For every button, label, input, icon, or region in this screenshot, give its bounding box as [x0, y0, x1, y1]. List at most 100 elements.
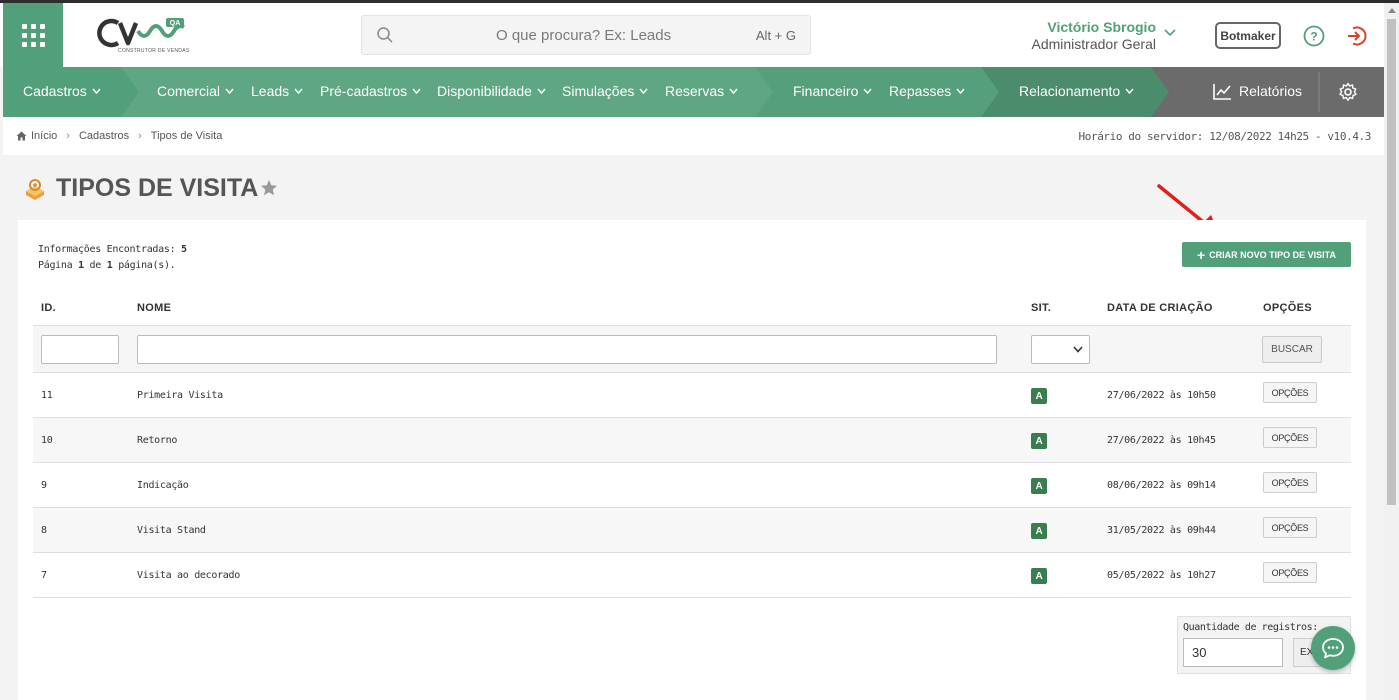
col-opcoes: OPÇÕES — [1263, 302, 1312, 314]
filter-row: BUSCAR — [33, 326, 1351, 373]
botmaker-button[interactable]: Botmaker — [1215, 22, 1281, 49]
search-placeholder: O que procura? Ex: Leads — [496, 27, 672, 44]
chevron-down-icon — [639, 88, 648, 94]
table-row[interactable]: 10 Retorno A 27/06/2022 às 10h45 OPÇÕES — [33, 418, 1351, 463]
row-options-button[interactable]: OPÇÕES — [1263, 517, 1317, 538]
row-options-button[interactable]: OPÇÕES — [1263, 472, 1317, 493]
table-row[interactable]: 8 Visita Stand A 31/05/2022 às 09h44 OPÇ… — [33, 508, 1351, 553]
page-current: 1 — [78, 260, 84, 271]
cell-id: 11 — [41, 390, 53, 401]
cell-id: 7 — [41, 570, 47, 581]
page-total: 1 — [106, 260, 113, 271]
qa-badge: QA — [170, 20, 181, 27]
global-search[interactable]: O que procura? Ex: Leads Alt + G — [361, 15, 811, 55]
app-header: QA CONSTRUTOR DE VENDAS O que procura? E… — [0, 3, 1384, 67]
nav-simulacoes[interactable]: Simulações — [562, 83, 648, 99]
breadcrumb-bar: Início › Cadastros › Tipos de Visita Hor… — [3, 117, 1384, 155]
filter-sit-select[interactable] — [1031, 335, 1090, 364]
cell-nome: Indicação — [137, 480, 189, 491]
user-menu[interactable]: Victório Sbrogio Administrador Geral — [1032, 19, 1157, 52]
chevron-down-icon — [92, 88, 101, 94]
table-row[interactable]: 9 Indicação A 08/06/2022 às 09h14 OPÇÕES — [33, 463, 1351, 508]
gear-icon[interactable] — [1338, 82, 1358, 102]
search-shortcut: Alt + G — [755, 28, 796, 43]
chevron-down-icon — [225, 88, 234, 94]
nav-relatorios[interactable]: Relatórios — [1239, 83, 1302, 99]
chevron-down-icon — [1125, 88, 1134, 94]
page-of: de — [89, 260, 102, 271]
search-button[interactable]: BUSCAR — [1262, 336, 1322, 363]
content-panel: Informações Encontradas: 5 Página 1 de 1… — [18, 220, 1366, 700]
nav-leads[interactable]: Leads — [251, 83, 303, 99]
status-badge: A — [1031, 388, 1047, 404]
status-badge: A — [1031, 568, 1047, 584]
nav-disponibilidade[interactable]: Disponibilidade — [437, 83, 546, 99]
row-options-button[interactable]: OPÇÕES — [1263, 382, 1317, 403]
nav-comercial[interactable]: Comercial — [157, 83, 234, 99]
col-sit[interactable]: SIT. — [1031, 302, 1051, 314]
cell-data: 08/06/2022 às 09h14 — [1107, 480, 1216, 491]
page-icon — [26, 179, 44, 200]
help-icon[interactable]: ? — [1303, 25, 1325, 47]
chart-line-icon — [1213, 84, 1231, 100]
chevron-down-icon — [294, 88, 303, 94]
breadcrumb-inicio[interactable]: Início — [31, 130, 57, 142]
grid-icon — [21, 23, 45, 47]
page-title: TIPOS DE VISITA — [56, 174, 259, 202]
user-name: Victório Sbrogio — [1047, 19, 1156, 35]
chevron-down-icon — [729, 88, 738, 94]
status-badge: A — [1031, 523, 1047, 539]
page-suffix: página(s). — [118, 260, 176, 271]
col-nome[interactable]: NOME — [137, 302, 171, 314]
chevron-down-icon — [412, 88, 421, 94]
cell-id: 10 — [41, 435, 53, 446]
nav-relacionamento[interactable]: Relacionamento — [1019, 83, 1134, 99]
nav-pre-cadastros[interactable]: Pré-cadastros — [320, 83, 421, 99]
plus-icon: + — [1196, 246, 1206, 263]
found-label: Informações Encontradas: — [38, 244, 176, 255]
filter-nome-input[interactable] — [137, 335, 997, 364]
chevron-down-icon[interactable] — [1164, 29, 1176, 37]
chat-bubble-icon — [1322, 638, 1344, 659]
nav-financeiro[interactable]: Financeiro — [793, 83, 872, 99]
col-id[interactable]: ID. — [41, 302, 56, 314]
status-badge: A — [1031, 433, 1047, 449]
table-row[interactable]: 11 Primeira Visita A 27/06/2022 às 10h50… — [33, 373, 1351, 418]
cell-data: 31/05/2022 às 09h44 — [1107, 525, 1216, 536]
apps-menu-button[interactable] — [3, 3, 63, 67]
search-icon — [377, 27, 393, 43]
scrollbar-thumb[interactable] — [1387, 19, 1396, 505]
chevron-down-icon — [863, 88, 872, 94]
scroll-up-arrow-icon[interactable] — [1388, 8, 1396, 13]
row-options-button[interactable]: OPÇÕES — [1263, 562, 1317, 583]
nav-reservas[interactable]: Reservas — [665, 83, 738, 99]
create-visit-type-button[interactable]: + CRIAR NOVO TIPO DE VISITA — [1182, 242, 1351, 267]
create-button-label: CRIAR NOVO TIPO DE VISITA — [1209, 249, 1337, 260]
filter-id-input[interactable] — [41, 335, 119, 364]
breadcrumb-cadastros[interactable]: Cadastros — [79, 130, 129, 142]
page-scrollbar[interactable] — [1384, 3, 1399, 700]
cell-data: 05/05/2022 às 10h27 — [1107, 570, 1216, 581]
favorite-star-icon[interactable] — [260, 179, 278, 197]
results-info: Informações Encontradas: 5 Página 1 de 1… — [38, 242, 187, 274]
server-time: Horário do servidor: 12/08/2022 14h25 - … — [1078, 130, 1372, 143]
home-icon — [16, 131, 27, 141]
logout-icon[interactable] — [1345, 25, 1367, 47]
cell-nome: Retorno — [137, 435, 178, 446]
nav-cadastros[interactable]: Cadastros — [23, 83, 101, 99]
page-prefix: Página — [38, 260, 73, 271]
status-badge: A — [1031, 478, 1047, 494]
user-role: Administrador Geral — [1031, 36, 1157, 52]
col-data-criacao[interactable]: DATA DE CRIAÇÃO — [1107, 302, 1213, 314]
table-row[interactable]: 7 Visita ao decorado A 05/05/2022 às 10h… — [33, 553, 1351, 598]
main-nav: Cadastros Comercial Leads Pré-cadastros … — [3, 67, 1384, 117]
records-input[interactable]: 30 — [1183, 638, 1283, 667]
found-count: 5 — [181, 244, 187, 255]
nav-repasses[interactable]: Repasses — [889, 83, 965, 99]
records-label: Quantidade de registros: — [1183, 622, 1318, 633]
row-options-button[interactable]: OPÇÕES — [1263, 427, 1317, 448]
chevron-down-icon — [537, 88, 546, 94]
chevron-down-icon — [1073, 346, 1083, 353]
chat-button[interactable] — [1311, 626, 1355, 670]
svg-text:?: ? — [1310, 30, 1317, 44]
